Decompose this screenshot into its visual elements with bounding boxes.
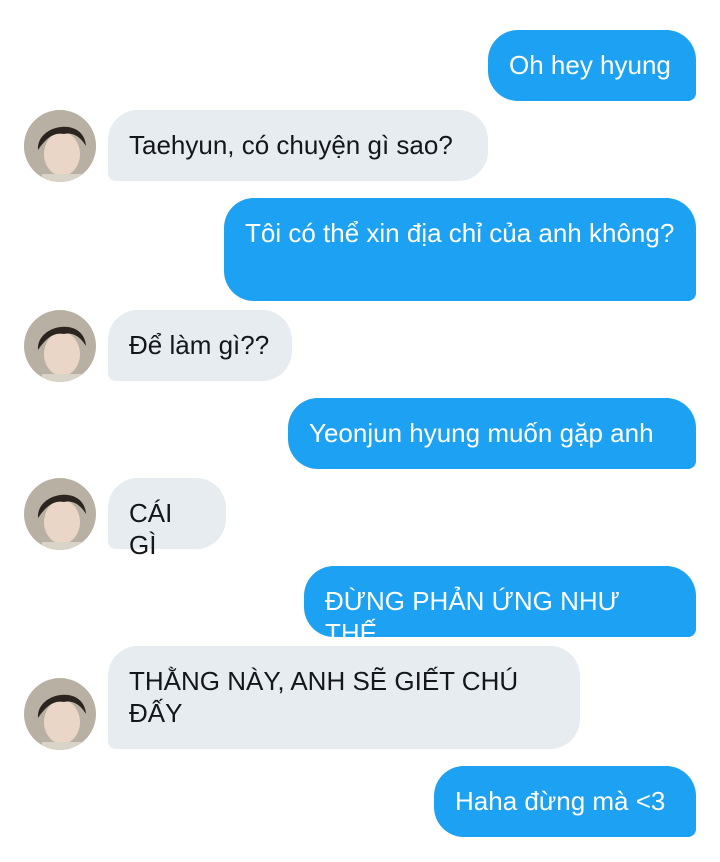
avatar-photo-icon [24,678,96,750]
contact-avatar[interactable] [24,110,96,182]
message-bubble-incoming[interactable]: Để làm gì?? [108,310,292,381]
message-bubble-outgoing[interactable]: ĐỪNG PHẢN ỨNG NHƯ THẾ [304,566,696,648]
message-bubble-incoming[interactable]: CÁI GÌ [108,478,226,560]
contact-avatar[interactable] [24,310,96,382]
avatar-photo-icon [24,110,96,182]
chat-thread: Oh hey hyung Taehyun, có chuyện gì sao? … [0,0,720,862]
contact-avatar[interactable] [24,478,96,550]
message-bubble-outgoing[interactable]: Tôi có thể xin địa chỉ của anh không? [224,198,696,301]
avatar-photo-icon [24,310,96,382]
message-bubble-outgoing[interactable]: Oh hey hyung [488,30,696,101]
message-bubble-incoming[interactable]: THẰNG NÀY, ANH SẼ GIẾT CHÚ ĐẤY [108,646,580,749]
avatar-photo-icon [24,478,96,550]
message-bubble-outgoing[interactable]: Haha đừng mà <3 [434,766,696,837]
message-bubble-outgoing[interactable]: Yeonjun hyung muốn gặp anh [288,398,696,469]
contact-avatar[interactable] [24,678,96,750]
message-bubble-incoming[interactable]: Taehyun, có chuyện gì sao? [108,110,488,181]
